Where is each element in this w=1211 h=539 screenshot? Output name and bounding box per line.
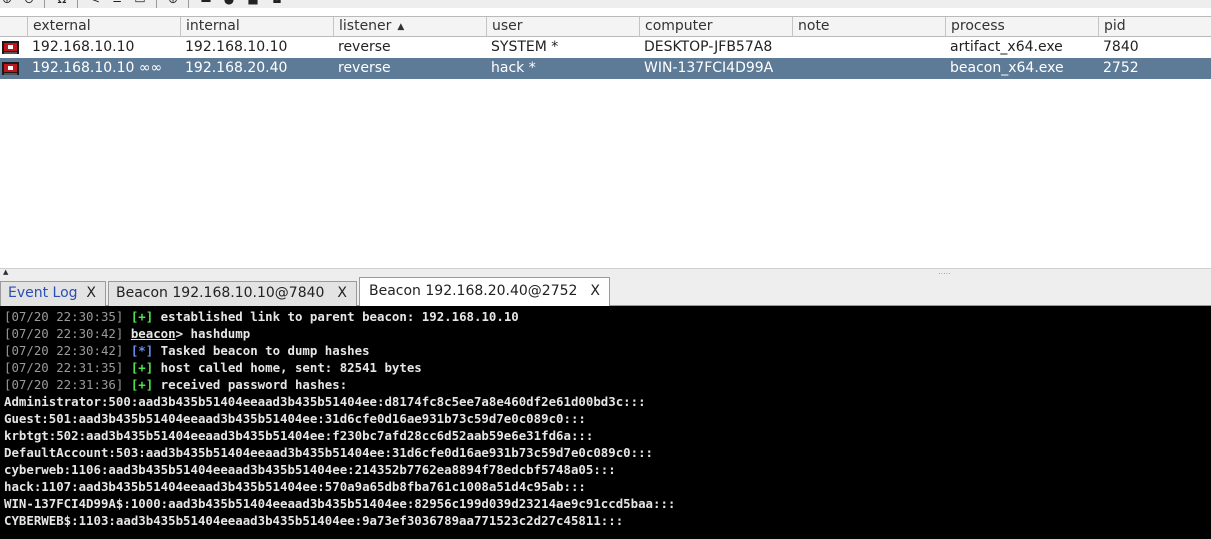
console-tag: [+] <box>130 377 154 392</box>
column-header-note[interactable]: note <box>792 17 945 37</box>
beacon-computer-icon <box>2 41 19 54</box>
tab-beacon-192-168-10-10[interactable]: Beacon 192.168.10.10@7840 X <box>108 281 357 306</box>
beacon-computer-icon <box>2 62 19 75</box>
console-tag: [+] <box>130 309 154 324</box>
console-tag: [+] <box>130 360 154 375</box>
hash-line: DefaultAccount:503:aad3b435b51404eeaad3b… <box>4 445 654 460</box>
console-timestamp: [07/20 22:31:36] <box>4 377 124 392</box>
hash-line: cyberweb:1106:aad3b435b51404eeaad3b435b5… <box>4 462 616 477</box>
hash-line: Guest:501:aad3b435b51404eeaad3b435b51404… <box>4 411 586 426</box>
sessions-table: external internal listener ▲ user compute… <box>0 16 1211 268</box>
cloud-icon[interactable]: ● <box>222 0 236 6</box>
share-icon[interactable]: < <box>88 0 102 6</box>
cell-internal: 192.168.10.10 <box>185 39 288 55</box>
console-timestamp: [07/20 22:31:35] <box>4 360 124 375</box>
save-icon[interactable]: ■ <box>246 0 260 6</box>
toolbar-separator <box>156 0 157 8</box>
cell-user: hack * <box>491 60 536 76</box>
plus-circle-icon[interactable]: ⊕ <box>0 0 14 6</box>
cell-computer: WIN-137FCI4D99A <box>644 60 774 76</box>
toolbar-separator <box>77 0 78 8</box>
console-text: established link to parent beacon: 192.1… <box>153 309 519 324</box>
column-header-process[interactable]: process <box>945 17 1098 37</box>
console-timestamp: [07/20 22:30:35] <box>4 309 124 324</box>
sort-ascending-icon: ▲ <box>397 22 405 32</box>
column-header-external[interactable]: external <box>27 17 180 37</box>
console-text: received password hashes: <box>153 377 348 392</box>
console-text: host called home, sent: 82541 bytes <box>153 360 422 375</box>
hash-line: Administrator:500:aad3b435b51404eeaad3b4… <box>4 394 646 409</box>
splitter-grip-icon[interactable]: ..... <box>938 268 951 276</box>
headphones-icon[interactable]: Ω <box>55 0 69 6</box>
panel-splitter[interactable]: ▲▼ ..... <box>0 268 1211 284</box>
table-header: external internal listener ▲ user compute… <box>0 16 1211 37</box>
cell-listener: reverse <box>338 60 391 76</box>
camera-icon[interactable]: ◘ <box>270 0 284 6</box>
target-icon[interactable]: ▭ <box>133 0 147 6</box>
cell-external: 192.168.10.10 ∞∞ <box>32 60 163 76</box>
column-header-internal[interactable]: internal <box>180 17 333 37</box>
console-tag: [*] <box>130 343 154 358</box>
console-line: [07/20 22:30:42] [*] Tasked beacon to du… <box>4 342 1211 359</box>
tab-label: Event Log <box>8 285 78 301</box>
console-line: [07/20 22:30:35] [+] established link to… <box>4 308 1211 325</box>
close-tab-icon[interactable]: X <box>86 282 96 305</box>
toolbar-separator <box>188 0 189 8</box>
console-line: [07/20 22:30:42] beacon> hashdump <box>4 325 1211 342</box>
tab-event-log[interactable]: Event Log X <box>0 281 106 306</box>
toolbar: ⊕ ⊖ Ω < ≡ ▭ ⊕ ▬ ● ■ ◘ <box>0 0 1211 8</box>
cell-internal: 192.168.20.40 <box>185 60 288 76</box>
console-text: Tasked beacon to dump hashes <box>153 343 370 358</box>
toolbar-separator <box>44 0 45 8</box>
console-timestamp: [07/20 22:30:42] <box>4 326 124 341</box>
column-header-pid[interactable]: pid <box>1098 17 1211 37</box>
console-line: [07/20 22:31:36] [+] received password h… <box>4 376 1211 393</box>
close-tab-icon[interactable]: X <box>590 278 600 305</box>
cell-note <box>792 37 797 58</box>
beacon-console[interactable]: [07/20 22:30:35] [+] established link to… <box>0 306 1211 539</box>
hash-line: hack:1107:aad3b435b51404eeaad3b435b51404… <box>4 479 586 494</box>
column-header-computer[interactable]: computer <box>639 17 792 37</box>
column-header-user[interactable]: user <box>486 17 639 37</box>
tab-beacon-192-168-20-40[interactable]: Beacon 192.168.20.40@2752 X <box>359 277 610 306</box>
minus-circle-icon[interactable]: ⊖ <box>22 0 36 6</box>
hash-line: CYBERWEB$:1103:aad3b435b51404eeaad3b435b… <box>4 513 624 528</box>
column-header-icon[interactable] <box>0 17 27 37</box>
console-command: > hashdump <box>175 326 251 341</box>
column-header-listener-label: listener <box>339 18 392 34</box>
console-prompt: beacon <box>130 326 176 341</box>
column-header-listener[interactable]: listener ▲ <box>333 17 486 37</box>
tab-label: Beacon 192.168.10.10@7840 <box>116 285 325 301</box>
tab-bar: Event Log X Beacon 192.168.10.10@7840 X … <box>0 277 1211 306</box>
cell-process: beacon_x64.exe <box>950 60 1064 76</box>
hash-line: krbtgt:502:aad3b435b51404eeaad3b435b5140… <box>4 428 594 443</box>
cell-note <box>792 58 797 79</box>
table-row[interactable]: 192.168.10.10 192.168.10.10 reverse SYST… <box>0 37 1211 58</box>
close-tab-icon[interactable]: X <box>337 282 347 305</box>
tab-label: Beacon 192.168.20.40@2752 <box>369 283 578 299</box>
console-line: [07/20 22:31:35] [+] host called home, s… <box>4 359 1211 376</box>
globe-icon[interactable]: ⊕ <box>166 0 180 6</box>
hash-line: WIN-137FCI4D99A$:1000:aad3b435b51404eeaa… <box>4 496 676 511</box>
cell-user: SYSTEM * <box>491 39 559 55</box>
cell-external: 192.168.10.10 <box>32 39 135 55</box>
cell-computer: DESKTOP-JFB57A8 <box>644 39 773 55</box>
cell-listener: reverse <box>338 39 391 55</box>
cell-pid: 7840 <box>1103 39 1139 55</box>
cell-process: artifact_x64.exe <box>950 39 1063 55</box>
list-icon[interactable]: ≡ <box>110 0 124 6</box>
table-row-selected[interactable]: 192.168.10.10 ∞∞ 192.168.20.40 reverse h… <box>0 58 1211 79</box>
chart-icon[interactable]: ▬ <box>199 0 213 6</box>
console-timestamp: [07/20 22:30:42] <box>4 343 124 358</box>
cell-pid: 2752 <box>1103 60 1139 76</box>
